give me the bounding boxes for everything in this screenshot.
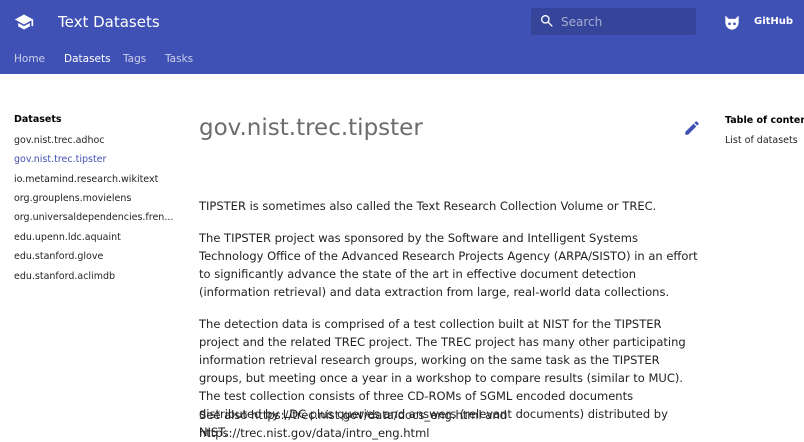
sidebar-item-gov-nist-trec-tipster[interactable]: gov.nist.trec.tipster (14, 154, 106, 166)
sidebar-item-edu-upenn-ldc-aquaint[interactable]: edu.upenn.ldc.aquaint (14, 232, 121, 244)
github-icon (725, 15, 739, 30)
sidebar-item-io-metamind-research-wikitext[interactable]: io.metamind.research.wikitext (14, 174, 158, 186)
sidebar-item-edu-stanford-aclimdb[interactable]: edu.stanford.aclimdb (14, 271, 115, 283)
github-label: GitHub (754, 16, 794, 27)
toc-item-list-of-datasets[interactable]: List of datasets (725, 135, 798, 146)
paragraph-project: The TIPSTER project was sponsored by the… (199, 231, 698, 299)
page-title: gov.nist.trec.tipster (199, 115, 423, 141)
tab-datasets[interactable]: Datasets (64, 52, 111, 66)
sidebar-item-gov-nist-trec-adhoc[interactable]: gov.nist.trec.adhoc (14, 135, 105, 147)
sidebar-item-org-universaldependencies[interactable]: org.universaldependencies.fren... (14, 212, 173, 224)
site-header: Text Datasets GitHub (0, 0, 804, 44)
sidebar-item-org-grouplens-movielens[interactable]: org.grouplens.movielens (14, 193, 131, 205)
search-input[interactable] (561, 8, 691, 35)
tabs-bar: Home Datasets Tags Tasks (0, 44, 804, 74)
graduation-cap-icon[interactable] (14, 12, 34, 32)
pencil-icon[interactable] (683, 119, 701, 137)
toc-title: Table of contents (725, 115, 804, 126)
tab-tasks[interactable]: Tasks (165, 52, 193, 66)
search-icon (541, 15, 553, 27)
site-title[interactable]: Text Datasets (58, 12, 160, 32)
tab-tags[interactable]: Tags (123, 52, 146, 66)
paragraph-see-also: See also https://trec.nist.gov/data/docs… (199, 408, 507, 440)
paragraph-intro: TIPSTER is sometimes also called the Tex… (199, 199, 657, 213)
sidebar-title: Datasets (14, 114, 62, 125)
tab-home[interactable]: Home (14, 52, 45, 66)
search-box[interactable] (531, 8, 696, 35)
sidebar-item-edu-stanford-glove[interactable]: edu.stanford.glove (14, 251, 103, 263)
